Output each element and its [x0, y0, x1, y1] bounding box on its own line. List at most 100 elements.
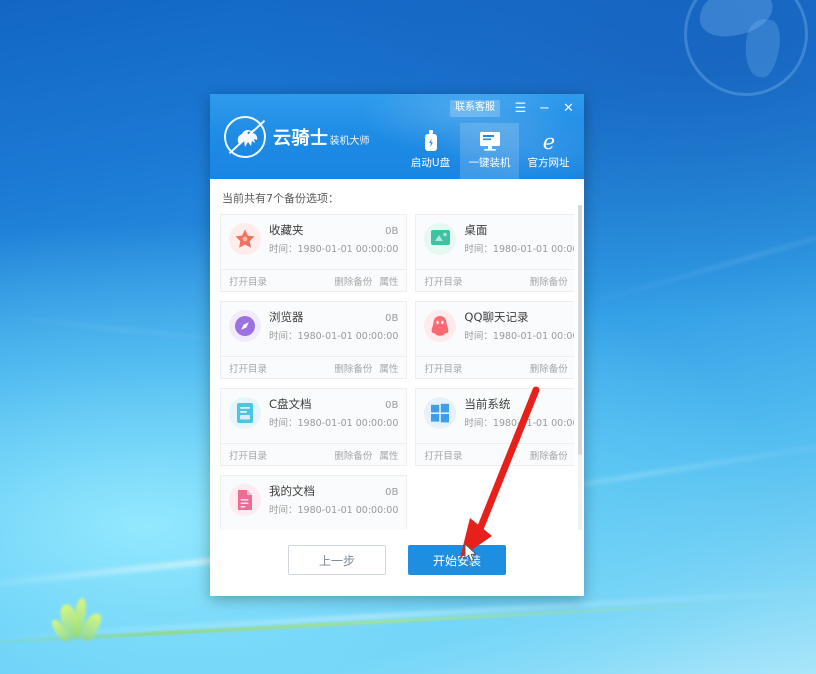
menu-icon[interactable]: ☰	[513, 101, 528, 116]
backup-count-summary: 当前共有7个备份选项：	[222, 192, 339, 205]
qq-penguin-icon	[424, 309, 457, 342]
backup-card-header: 我的文档 0B 时间：1980-01-01 00:00:00	[221, 476, 406, 516]
window-controls: 联系客服 ☰ − ✕	[450, 100, 576, 117]
backup-card-info: 我的文档 0B 时间：1980-01-01 00:00:00	[269, 483, 398, 516]
backup-card-actions-right: 删除备份属性	[334, 448, 398, 462]
window-footer: 上一步 开始安装	[210, 530, 584, 596]
backup-card-actions-right: 删除备份属性	[334, 361, 398, 375]
backup-card-info: C盘文档 0B 时间：1980-01-01 00:00:00	[269, 396, 398, 429]
delete-backup-link[interactable]: 删除备份	[334, 361, 372, 375]
application-window: 联系客服 ☰ − ✕ 云骑士 装机大师 启动U盘 一键装机 e 官方网址 当前共…	[210, 94, 584, 596]
open-directory-link[interactable]: 打开目录	[229, 361, 267, 375]
backup-card-info: 桌面0B 时间：1980-01-01 00:00:00	[464, 222, 574, 255]
nav-label: 启动U盘	[410, 157, 451, 169]
backup-cards-grid: 收藏夹0B时间：1980-01-01 00:00:00打开目录删除备份属性桌面0…	[220, 214, 574, 530]
nav-item-official-site[interactable]: e 官方网址	[519, 123, 578, 179]
backup-card-header: C盘文档 0B 时间：1980-01-01 00:00:00	[221, 389, 406, 429]
backup-card-time: 时间：1980-01-01 00:00:00	[269, 505, 399, 516]
backup-card-actions: 打开目录 删除备份属性	[221, 356, 407, 378]
nav-label: 官方网址	[527, 157, 570, 169]
backup-card[interactable]: 浏览器 0B 时间：1980-01-01 00:00:00 打开目录 删除备份 属性	[220, 301, 408, 379]
backup-card-time: 时间：1980-01-01 00:00:00	[269, 331, 399, 342]
backup-card-actions: 打开目录 删除备份属性	[416, 443, 574, 465]
backup-card-actions: 打开目录 删除备份属性	[221, 269, 407, 291]
backup-card-size: 0B	[385, 226, 399, 237]
backup-card-title-row: 浏览器 0B	[269, 309, 398, 325]
backup-card-name: 当前系统	[464, 397, 511, 411]
backup-card-header: 桌面0B 时间：1980-01-01 00:00:00	[416, 215, 574, 255]
properties-link[interactable]: 属性	[379, 361, 398, 375]
backup-card-info: 收藏夹 0B 时间：1980-01-01 00:00:00	[269, 222, 398, 255]
wallpaper-grass-line	[0, 602, 730, 645]
compass-icon	[229, 309, 261, 342]
properties-link[interactable]: 属性	[379, 448, 398, 462]
backup-card-title-row: 桌面0B	[464, 222, 574, 238]
list-scrollbar[interactable]	[578, 205, 582, 530]
wallpaper-streak	[567, 192, 816, 311]
open-directory-link[interactable]: 打开目录	[424, 448, 462, 462]
brand-name: 云骑士	[273, 128, 329, 149]
brand-tagline: 装机大师	[329, 136, 370, 147]
close-icon[interactable]: ✕	[561, 101, 576, 116]
backup-card-actions-right: 删除备份属性	[530, 361, 574, 375]
contact-support-button[interactable]: 联系客服	[450, 100, 500, 117]
backup-card[interactable]: 我的文档0B时间：1980-01-01 00:00:00打开目录删除备份属性	[220, 475, 408, 530]
open-directory-link[interactable]: 打开目录	[424, 274, 462, 288]
backup-card-info: 当前系统0B 时间：1980-01-01 00:00:00	[464, 396, 574, 429]
backup-card-actions: 打开目录 删除备份属性	[221, 443, 407, 465]
svg-text:e: e	[542, 130, 554, 152]
open-directory-link[interactable]: 打开目录	[424, 361, 462, 375]
open-directory-link[interactable]: 打开目录	[229, 448, 267, 462]
backup-card[interactable]: 当前系统0B 时间：1980-01-01 00:00:00 打开目录 删除备份属性	[415, 388, 574, 466]
open-directory-link[interactable]: 打开目录	[229, 274, 267, 288]
backup-card-size: 0B	[385, 313, 399, 324]
internet-explorer-icon: e	[537, 129, 561, 153]
delete-backup-link[interactable]: 删除备份	[530, 361, 568, 375]
delete-backup-link[interactable]: 删除备份	[530, 448, 568, 462]
nav-item-one-click-install[interactable]: 一键装机	[460, 123, 519, 179]
backup-options-panel: 当前共有7个备份选项： 收藏夹 0B 时间：1980-01-01 00:00:00 打…	[210, 179, 584, 530]
previous-step-button[interactable]: 上一步	[288, 545, 386, 575]
backup-card-time: 时间：1980-01-01 00:00:00	[269, 418, 399, 429]
backup-card-header: 收藏夹 0B 时间：1980-01-01 00:00:00	[221, 215, 406, 255]
backup-card[interactable]: QQ聊天记录0B 时间：1980-01-01 00:00:00 打开目录 删除备份属性	[415, 301, 574, 379]
backup-card-info: QQ聊天记录0B 时间：1980-01-01 00:00:00	[464, 309, 574, 342]
backup-card-name: 桌面	[464, 223, 488, 237]
backup-card-time: 时间：1980-01-01 00:00:00	[464, 418, 574, 429]
backup-card[interactable]: 收藏夹 0B 时间：1980-01-01 00:00:00 打开目录 删除备份 属性	[220, 214, 408, 292]
delete-backup-link[interactable]: 删除备份	[530, 274, 568, 288]
backup-card-time: 时间：1980-01-01 00:00:00	[269, 244, 399, 255]
properties-link[interactable]: 属性	[379, 274, 398, 288]
backup-card-title-row: 当前系统0B	[464, 396, 574, 412]
backup-card[interactable]: C盘文档 0B 时间：1980-01-01 00:00:00 打开目录 删除备份 属性	[220, 388, 408, 466]
backup-card-actions-right: 删除备份属性	[530, 274, 574, 288]
windows-icon	[424, 396, 457, 429]
delete-backup-link[interactable]: 删除备份	[334, 448, 372, 462]
start-install-button[interactable]: 开始安装	[408, 545, 506, 575]
nav-label: 一键装机	[468, 157, 511, 169]
backup-card-actions-right: 删除备份属性	[334, 274, 398, 288]
backup-card-actions: 打开目录 删除备份属性	[416, 269, 574, 291]
monitor-icon	[478, 129, 502, 153]
backup-card-time: 时间：1980-01-01 00:00:00	[464, 244, 574, 255]
backup-card-size: 0B	[385, 400, 399, 411]
window-titlebar: 联系客服 ☰ − ✕ 云骑士 装机大师 启动U盘 一键装机 e 官方网址	[210, 94, 584, 179]
backup-card-info: 浏览器 0B 时间：1980-01-01 00:00:00	[269, 309, 398, 342]
header-nav: 启动U盘 一键装机 e 官方网址	[401, 123, 578, 179]
delete-backup-link[interactable]: 删除备份	[334, 274, 372, 288]
backup-card-name: 收藏夹	[269, 223, 304, 237]
backup-card-title-row: 收藏夹 0B	[269, 222, 398, 238]
horse-rider-icon	[224, 116, 266, 158]
desktop-background: 联系客服 ☰ − ✕ 云骑士 装机大师 启动U盘 一键装机 e 官方网址 当前共…	[0, 0, 816, 674]
backup-card-name: C盘文档	[269, 397, 312, 411]
backup-card-title-row: 我的文档 0B	[269, 483, 398, 499]
backup-card[interactable]: 桌面0B 时间：1980-01-01 00:00:00 打开目录 删除备份属性	[415, 214, 574, 292]
file-pink-icon	[229, 483, 261, 516]
scrollbar-thumb[interactable]	[578, 205, 582, 455]
minimize-icon[interactable]: −	[537, 101, 552, 116]
globe-emblem-icon	[684, 0, 808, 96]
backup-card-time: 时间：1980-01-01 00:00:00	[464, 331, 574, 342]
backup-card-header: 浏览器 0B 时间：1980-01-01 00:00:00	[221, 302, 406, 342]
nav-item-boot-usb[interactable]: 启动U盘	[401, 123, 460, 179]
brand-text: 云骑士 装机大师	[273, 124, 370, 150]
